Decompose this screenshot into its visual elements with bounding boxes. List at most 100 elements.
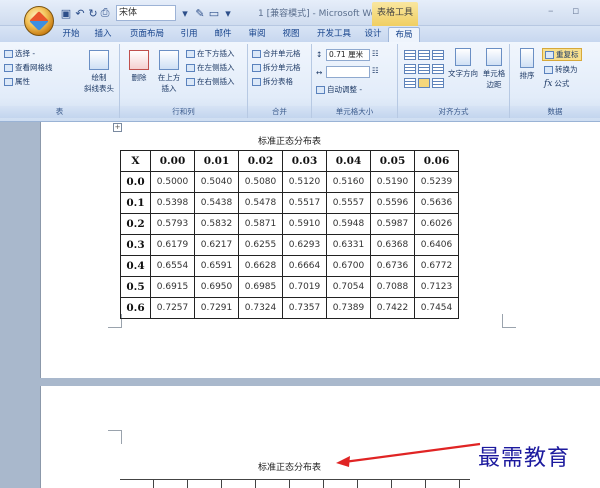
insert-right-button[interactable]: 在右侧插入 bbox=[186, 76, 235, 87]
folder-icon[interactable]: ▭ bbox=[208, 5, 220, 21]
table-move-handle-icon[interactable]: + bbox=[113, 123, 122, 132]
header-cell[interactable]: 0.02 bbox=[238, 150, 283, 172]
table-cell[interactable]: 0.5120 bbox=[282, 171, 327, 193]
table-cell[interactable]: 0.6950 bbox=[194, 276, 239, 298]
print-preview-icon[interactable]: ⎙ bbox=[100, 5, 110, 21]
table-cell[interactable]: 0.6736 bbox=[370, 255, 415, 277]
dropdown-icon[interactable]: ▾ bbox=[180, 5, 190, 21]
text-direction-button[interactable]: 文字方向 bbox=[448, 48, 478, 79]
row-header-cell[interactable]: 0.2 bbox=[120, 213, 151, 235]
table-cell[interactable]: 0.5239 bbox=[414, 171, 459, 193]
cell-margins-button[interactable]: 单元格 边距 bbox=[480, 48, 508, 90]
insert-above-button[interactable]: 在上方 插入 bbox=[156, 50, 182, 94]
header-cell[interactable]: 0.00 bbox=[150, 150, 195, 172]
table-cell[interactable]: 0.6591 bbox=[194, 255, 239, 277]
table-cell[interactable]: 0.6406 bbox=[414, 234, 459, 256]
align-middle-left-icon[interactable] bbox=[404, 64, 416, 74]
table-cell[interactable]: 0.6026 bbox=[414, 213, 459, 235]
table-cell[interactable]: 0.7019 bbox=[282, 276, 327, 298]
sort-button[interactable]: 排序 bbox=[516, 48, 538, 81]
table-cell[interactable]: 0.7422 bbox=[370, 297, 415, 319]
header-cell[interactable]: 0.05 bbox=[370, 150, 415, 172]
office-button[interactable] bbox=[24, 6, 54, 36]
tab-view[interactable]: 视图 bbox=[278, 27, 304, 42]
split-cells-button[interactable]: 拆分单元格 bbox=[252, 62, 301, 73]
redo-icon[interactable]: ↻ bbox=[88, 5, 98, 21]
table-cell[interactable]: 0.7291 bbox=[194, 297, 239, 319]
align-bottom-right-icon[interactable] bbox=[432, 78, 444, 88]
tab-design[interactable]: 设计 bbox=[360, 27, 386, 42]
align-bottom-left-icon[interactable] bbox=[404, 78, 416, 88]
distribute-cols-icon[interactable]: ☷ bbox=[372, 66, 379, 75]
undo-icon[interactable]: ↶ bbox=[74, 5, 86, 21]
table-cell[interactable]: 0.6700 bbox=[326, 255, 371, 277]
tab-insert[interactable]: 插入 bbox=[90, 27, 116, 42]
table-cell[interactable]: 0.5478 bbox=[238, 192, 283, 214]
tab-home[interactable]: 开始 bbox=[58, 27, 84, 42]
table-cell[interactable]: 0.6217 bbox=[194, 234, 239, 256]
align-middle-center-icon[interactable] bbox=[418, 64, 430, 74]
tab-developer[interactable]: 开发工具 bbox=[312, 27, 356, 42]
table-cell[interactable]: 0.6293 bbox=[282, 234, 327, 256]
table-cell[interactable]: 0.7257 bbox=[150, 297, 195, 319]
merge-cells-button[interactable]: 合并单元格 bbox=[252, 48, 301, 59]
table-cell[interactable]: 0.7357 bbox=[282, 297, 327, 319]
table-cell[interactable]: 0.7088 bbox=[370, 276, 415, 298]
header-cell[interactable]: 0.04 bbox=[326, 150, 371, 172]
table-cell[interactable]: 0.5910 bbox=[282, 213, 327, 235]
table-cell[interactable]: 0.5793 bbox=[150, 213, 195, 235]
header-cell[interactable]: X bbox=[120, 150, 151, 172]
table-cell[interactable]: 0.5517 bbox=[282, 192, 327, 214]
table-cell[interactable]: 0.7324 bbox=[238, 297, 283, 319]
header-cell[interactable]: 0.03 bbox=[282, 150, 327, 172]
properties-button[interactable]: 属性 bbox=[4, 76, 30, 87]
select-button[interactable]: 选择 - bbox=[4, 48, 35, 59]
table-cell[interactable]: 0.5190 bbox=[370, 171, 415, 193]
table-cell[interactable]: 0.6255 bbox=[238, 234, 283, 256]
header-cell[interactable]: 0.01 bbox=[194, 150, 239, 172]
table-cell[interactable]: 0.6331 bbox=[326, 234, 371, 256]
table-cell[interactable]: 0.5987 bbox=[370, 213, 415, 235]
table-cell[interactable]: 0.7389 bbox=[326, 297, 371, 319]
table-cell[interactable]: 0.6915 bbox=[150, 276, 195, 298]
table-cell[interactable]: 0.6179 bbox=[150, 234, 195, 256]
paint-icon[interactable]: ✎ bbox=[194, 5, 206, 21]
table-cell[interactable]: 0.5557 bbox=[326, 192, 371, 214]
formula-button[interactable]: fx 公式 bbox=[544, 78, 569, 89]
view-gridlines-button[interactable]: 查看网格线 bbox=[4, 62, 53, 73]
draw-diagonal-button[interactable]: 绘制 斜线表头 bbox=[84, 50, 114, 94]
table-cell[interactable]: 0.5871 bbox=[238, 213, 283, 235]
table-cell[interactable]: 0.6628 bbox=[238, 255, 283, 277]
tab-review[interactable]: 审阅 bbox=[244, 27, 270, 42]
table-cell[interactable]: 0.5438 bbox=[194, 192, 239, 214]
table-cell[interactable]: 0.5948 bbox=[326, 213, 371, 235]
table-cell[interactable]: 0.7123 bbox=[414, 276, 459, 298]
table-cell[interactable]: 0.5596 bbox=[370, 192, 415, 214]
table-cell[interactable]: 0.5080 bbox=[238, 171, 283, 193]
insert-below-button[interactable]: 在下方插入 bbox=[186, 48, 235, 59]
tab-mailings[interactable]: 邮件 bbox=[210, 27, 236, 42]
row-header-cell[interactable]: 0.6 bbox=[120, 297, 151, 319]
row-height-input[interactable]: 0.71 厘米 bbox=[326, 49, 370, 61]
font-name-box[interactable]: 宋体 bbox=[116, 5, 176, 21]
normal-distribution-table[interactable]: X 0.00 0.01 0.02 0.03 0.04 0.05 0.06 0.0… bbox=[120, 150, 459, 319]
table-cell[interactable]: 0.6772 bbox=[414, 255, 459, 277]
table-cell[interactable]: 0.5832 bbox=[194, 213, 239, 235]
save-icon[interactable]: ▣ bbox=[60, 5, 72, 21]
table-cell[interactable]: 0.5398 bbox=[150, 192, 195, 214]
table-cell[interactable]: 0.6554 bbox=[150, 255, 195, 277]
table-cell[interactable]: 0.5636 bbox=[414, 192, 459, 214]
distribute-rows-icon[interactable]: ☷ bbox=[372, 49, 379, 58]
align-top-right-icon[interactable] bbox=[432, 50, 444, 60]
align-middle-right-icon[interactable] bbox=[432, 64, 444, 74]
row-header-cell[interactable]: 0.0 bbox=[120, 171, 151, 193]
table-cell[interactable]: 0.5040 bbox=[194, 171, 239, 193]
delete-button[interactable]: 删除 bbox=[126, 50, 152, 83]
repeat-header-button[interactable]: 重复标 bbox=[542, 48, 582, 61]
column-width-input[interactable] bbox=[326, 66, 370, 78]
autofit-button[interactable]: 自动调整 - bbox=[316, 84, 362, 95]
row-header-cell[interactable]: 0.5 bbox=[120, 276, 151, 298]
table-cell[interactable]: 0.7454 bbox=[414, 297, 459, 319]
table-cell[interactable]: 0.6368 bbox=[370, 234, 415, 256]
customize-icon[interactable]: ▾ bbox=[224, 5, 232, 21]
